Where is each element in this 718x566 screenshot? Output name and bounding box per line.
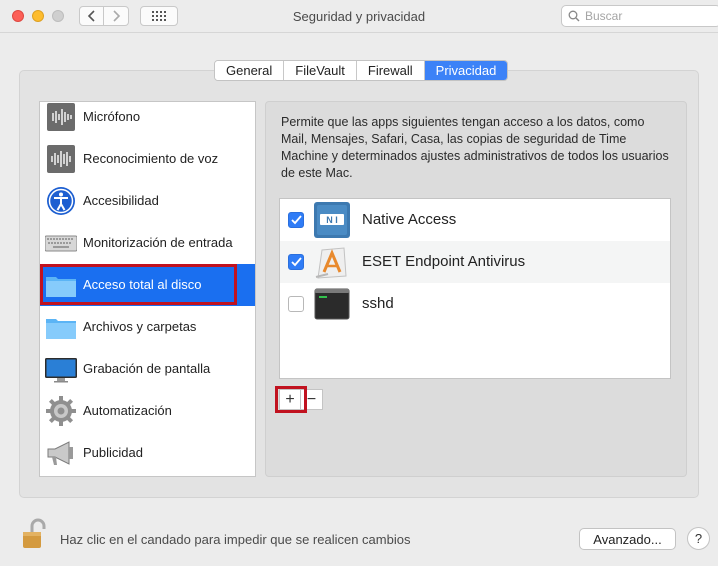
svg-text:N I: N I bbox=[326, 215, 338, 225]
search-field[interactable] bbox=[561, 5, 718, 27]
checkmark-icon bbox=[290, 215, 302, 225]
tab-general[interactable]: General bbox=[215, 61, 285, 80]
sidebar-item-microfono[interactable]: Micrófono bbox=[40, 96, 255, 138]
app-installer-icon bbox=[315, 247, 347, 279]
megaphone-icon bbox=[47, 441, 73, 465]
sidebar-item-label: Publicidad bbox=[83, 445, 143, 460]
sidebar-item-accesibilidad[interactable]: Accesibilidad bbox=[40, 180, 255, 222]
sidebar-item-automatizacion[interactable]: Automatización bbox=[40, 390, 255, 432]
folder-icon bbox=[46, 277, 76, 297]
sidebar-item-acceso-total-al-disco[interactable]: Acceso total al disco bbox=[40, 264, 255, 306]
app-checkbox[interactable] bbox=[288, 254, 304, 270]
sidebar-item-reconocimiento-de-voz[interactable]: Reconocimiento de voz bbox=[40, 138, 255, 180]
add-app-button[interactable]: + bbox=[279, 389, 301, 410]
sidebar-item-label: Reconocimiento de voz bbox=[83, 151, 219, 166]
app-name: sshd bbox=[362, 295, 394, 312]
sidebar-item-monitorizacion-de-entrada[interactable]: Monitorización de entrada bbox=[40, 222, 255, 264]
accessibility-icon bbox=[47, 187, 75, 215]
sidebar-item-publicidad[interactable]: Publicidad bbox=[40, 432, 255, 474]
sidebar-item-archivos-y-carpetas[interactable]: Archivos y carpetas bbox=[40, 306, 255, 348]
search-input[interactable] bbox=[585, 9, 705, 23]
title-bar: Seguridad y privacidad bbox=[0, 0, 718, 33]
display-icon bbox=[45, 358, 77, 383]
speech-recognition-icon bbox=[47, 145, 75, 173]
sidebar-item-label: Micrófono bbox=[83, 109, 141, 124]
list-item[interactable]: N I Native Access bbox=[280, 199, 670, 241]
sidebar-item-label: Archivos y carpetas bbox=[83, 319, 197, 334]
app-checkbox[interactable] bbox=[288, 212, 304, 228]
tab-firewall[interactable]: Firewall bbox=[356, 61, 425, 80]
privacy-description: Permite que las apps siguientes tengan a… bbox=[281, 115, 669, 180]
folder-icon bbox=[46, 319, 76, 339]
microphone-icon bbox=[47, 103, 75, 131]
remove-app-button[interactable]: − bbox=[301, 389, 323, 410]
search-icon bbox=[568, 10, 580, 22]
advanced-button[interactable]: Avanzado... bbox=[579, 528, 676, 550]
sidebar-item-label: Monitorización de entrada bbox=[83, 235, 233, 250]
native-access-icon: N I bbox=[314, 202, 350, 238]
app-name: ESET Endpoint Antivirus bbox=[362, 253, 526, 270]
gear-icon bbox=[46, 396, 76, 426]
help-button[interactable]: ? bbox=[687, 527, 710, 550]
lock-icon[interactable] bbox=[22, 518, 46, 550]
privacy-category-list[interactable]: Micrófono Reconocimiento de voz Accesibi… bbox=[39, 101, 256, 477]
sidebar-item-grabacion-de-pantalla[interactable]: Grabación de pantalla bbox=[40, 348, 255, 390]
keyboard-icon bbox=[45, 235, 77, 252]
sidebar-item-label: Automatización bbox=[83, 403, 172, 418]
list-item[interactable]: ESET Endpoint Antivirus bbox=[280, 241, 670, 283]
app-checkbox[interactable] bbox=[288, 296, 304, 312]
tab-bar: General FileVault Firewall Privacidad bbox=[214, 60, 509, 81]
checkmark-icon bbox=[290, 257, 302, 267]
list-item[interactable]: sshd bbox=[280, 283, 670, 325]
app-name: Native Access bbox=[362, 211, 457, 228]
terminal-icon bbox=[314, 288, 350, 320]
add-remove-controls: + − bbox=[279, 389, 323, 410]
sidebar-item-label: Grabación de pantalla bbox=[83, 361, 211, 376]
lock-message: Haz clic en el candado para impedir que … bbox=[60, 532, 411, 547]
app-list[interactable]: N I Native Access ESET Endpoint Antiviru… bbox=[279, 198, 671, 379]
sidebar-item-label: Accesibilidad bbox=[83, 193, 159, 208]
sidebar-item-label: Acceso total al disco bbox=[83, 277, 202, 292]
tab-filevault[interactable]: FileVault bbox=[284, 61, 357, 80]
tab-privacidad[interactable]: Privacidad bbox=[424, 61, 508, 80]
